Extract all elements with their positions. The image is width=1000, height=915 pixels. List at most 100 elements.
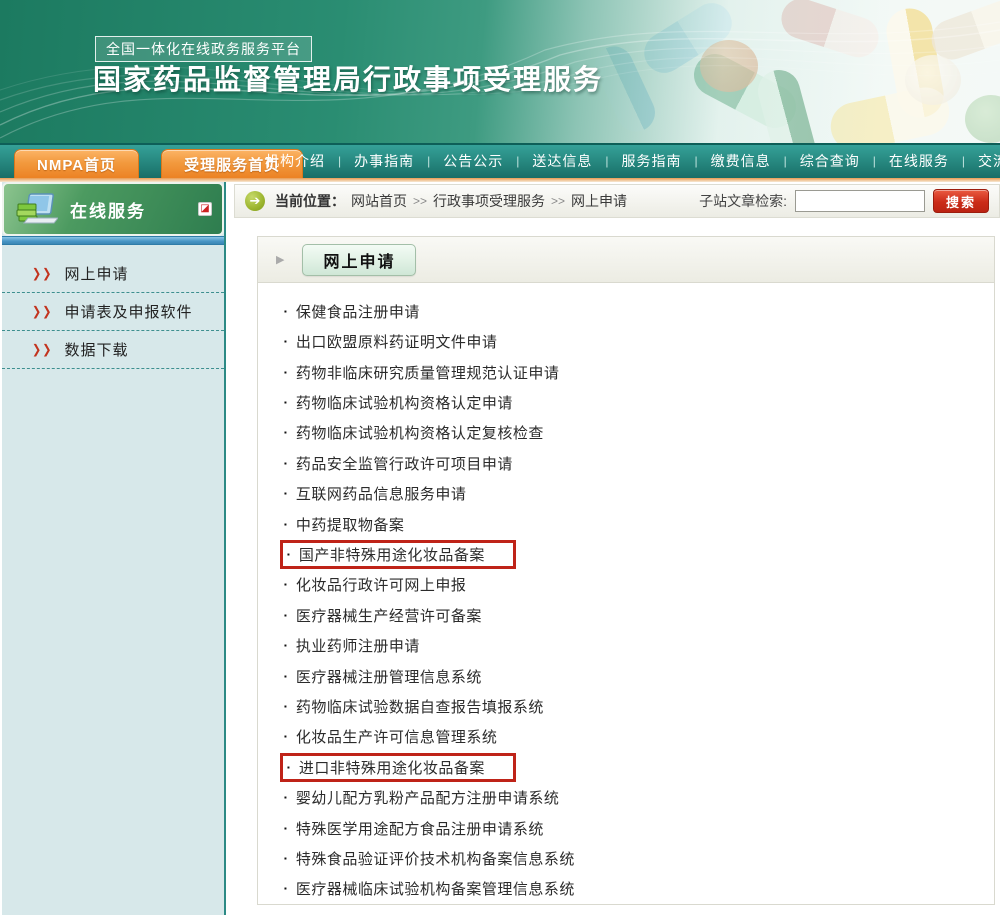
bullet-icon: ▪ [284,398,287,407]
link-eu-api-export-cert[interactable]: ▪出口欧盟原料药证明文件申请 [280,329,505,354]
sidebar-item-forms-software[interactable]: ❯❯ 申请表及申报软件 [2,293,224,331]
bullet-icon: ▪ [284,884,287,893]
menu-item-jiaoliuyugoutong[interactable]: 交流与沟通 [965,151,1000,171]
link-row: ▪药物非临床研究质量管理规范认证申请 [280,357,994,387]
link-row: ▪医疗器械生产经营许可备案 [280,600,994,630]
link-row: ▪进口非特殊用途化妆品备案 [280,752,994,782]
link-internet-drug-info-service[interactable]: ▪互联网药品信息服务申请 [280,481,474,506]
link-row: ▪医疗器械临床试验机构备案管理信息系统 [280,874,994,904]
sidebar-collapse-icon[interactable]: ◪ [198,202,212,216]
red-arrow-icon: ❯❯ [32,342,52,357]
bullet-icon: ▪ [284,672,287,681]
link-special-medical-food-registration-system[interactable]: ▪特殊医学用途配方食品注册申请系统 [280,816,552,841]
sidebar-item-label: 数据下载 [64,339,128,360]
sidebar-item-label: 网上申请 [64,263,128,284]
link-row: ▪化妆品生产许可信息管理系统 [280,722,994,752]
bullet-icon: ▪ [284,641,287,650]
link-medical-device-clinical-trial-org-filing-system[interactable]: ▪医疗器械临床试验机构备案管理信息系统 [280,876,583,901]
online-application-section-button[interactable]: 网上申请 [302,244,416,276]
menu-item-banshizhinan[interactable]: 办事指南 [341,151,427,171]
link-imported-non-special-cosmetics-filing[interactable]: ▪进口非特殊用途化妆品备案 [280,753,516,782]
sidebar-header: 在线服务 ◪ [2,182,224,236]
breadcrumb-prefix: 当前位置： [275,191,345,211]
link-licensed-pharmacist-registration[interactable]: ▪执业药师注册申请 [280,633,428,658]
link-clinical-trial-org-qualification[interactable]: ▪药物临床试验机构资格认定申请 [280,390,521,415]
bullet-icon: ▪ [284,793,287,802]
breadcrumb-separator: >> [551,194,565,208]
breadcrumb: 当前位置： 网站首页 >> 行政事项受理服务 >> 网上申请 [275,191,627,211]
link-row: ▪特殊食品验证评价技术机构备案信息系统 [280,843,994,873]
red-arrow-icon: ❯❯ [32,304,52,319]
link-domestic-non-special-cosmetics-filing[interactable]: ▪国产非特殊用途化妆品备案 [280,540,516,569]
sidebar-blue-bar [2,236,224,245]
tab-nmpa-home[interactable]: NMPA首页 [14,149,139,178]
online-service-icon [14,190,58,228]
bullet-icon: ▪ [284,702,287,711]
breadcrumb-arrow-icon: ➔ [245,191,265,211]
breadcrumb-bar: ➔ 当前位置： 网站首页 >> 行政事项受理服务 >> 网上申请 子站文章检索:… [234,184,1000,218]
bullet-icon: ▪ [284,611,287,620]
link-infant-formula-registration-system[interactable]: ▪婴幼儿配方乳粉产品配方注册申请系统 [280,785,567,810]
link-medical-device-registration-system[interactable]: ▪医疗器械注册管理信息系统 [280,664,490,689]
link-row: ▪药品安全监管行政许可项目申请 [280,448,994,478]
link-row: ▪执业药师注册申请 [280,630,994,660]
breadcrumb-link-service[interactable]: 行政事项受理服务 [433,191,545,211]
page: 全国一体化在线政务服务平台 国家药品监督管理局行政事项受理服务 NMPA首页 受… [0,0,1000,915]
link-tcm-extract-filing[interactable]: ▪中药提取物备案 [280,512,412,537]
main-navbar: NMPA首页 受理服务首页 机构介绍 | 办事指南 | 公告公示 | 送达信息 … [0,143,1000,178]
bullet-icon: ▪ [284,520,287,529]
link-glp-certification[interactable]: ▪药物非临床研究质量管理规范认证申请 [280,360,567,385]
link-row: ▪医疗器械注册管理信息系统 [280,661,994,691]
menu-item-gonggaogongshi[interactable]: 公告公示 [430,151,516,171]
link-row: ▪国产非特殊用途化妆品备案 [280,539,994,569]
breadcrumb-separator: >> [413,194,427,208]
bullet-icon: ▪ [287,550,290,559]
bullet-icon: ▪ [284,854,287,863]
nav-menu: 机构介绍 | 办事指南 | 公告公示 | 送达信息 | 服务指南 | 缴费信息 … [252,145,996,176]
breadcrumb-link-online-application[interactable]: 网上申请 [571,191,627,211]
link-row: ▪药物临床试验机构资格认定申请 [280,387,994,417]
search-input[interactable] [795,190,925,212]
breadcrumb-link-home[interactable]: 网站首页 [351,191,407,211]
sidebar-title: 在线服务 [70,197,198,222]
menu-item-jigoujieshao[interactable]: 机构介绍 [252,151,338,171]
link-row: ▪中药提取物备案 [280,509,994,539]
link-drug-safety-admin-license[interactable]: ▪药品安全监管行政许可项目申请 [280,451,521,476]
link-medical-device-production-license[interactable]: ▪医疗器械生产经营许可备案 [280,603,490,628]
site-search: 子站文章检索: 搜索 [699,189,989,213]
search-button[interactable]: 搜索 [933,189,989,213]
menu-item-jiaofeixinxi[interactable]: 缴费信息 [698,151,784,171]
section-arrow-icon: ▶ [276,253,284,266]
menu-item-zaixianfuwu[interactable]: 在线服务 [876,151,962,171]
link-row: ▪保健食品注册申请 [280,296,994,326]
bullet-icon: ▪ [284,307,287,316]
link-health-food-registration[interactable]: ▪保健食品注册申请 [280,299,428,324]
sidebar-item-online-application[interactable]: ❯❯ 网上申请 [2,255,224,293]
bullet-icon: ▪ [284,428,287,437]
bullet-icon: ▪ [284,368,287,377]
link-clinical-trial-self-check-report[interactable]: ▪药物临床试验数据自查报告填报系统 [280,694,552,719]
bullet-icon: ▪ [287,763,290,772]
content-panel: ▶ 网上申请 ▪保健食品注册申请 ▪出口欧盟原料药证明文件申请 ▪药物非临床研究… [257,236,995,905]
bullet-icon: ▪ [284,489,287,498]
link-row: ▪药物临床试验机构资格认定复核检查 [280,418,994,448]
bullet-icon: ▪ [284,824,287,833]
banner: 全国一体化在线政务服务平台 国家药品监督管理局行政事项受理服务 [0,0,1000,143]
site-title: 国家药品监督管理局行政事项受理服务 [93,58,603,98]
link-cosmetics-production-license-system[interactable]: ▪化妆品生产许可信息管理系统 [280,724,505,749]
sidebar-online-services: 在线服务 ◪ ❯❯ 网上申请 ❯❯ 申请表及申报软件 ❯❯ 数据下载 [2,182,226,915]
menu-item-zonghechaxun[interactable]: 综合查询 [787,151,873,171]
link-cosmetics-admin-license-online[interactable]: ▪化妆品行政许可网上申报 [280,572,474,597]
sidebar-item-data-download[interactable]: ❯❯ 数据下载 [2,331,224,369]
bullet-icon: ▪ [284,580,287,589]
link-clinical-trial-org-review[interactable]: ▪药物临床试验机构资格认定复核检查 [280,420,552,445]
link-row: ▪特殊医学用途配方食品注册申请系统 [280,813,994,843]
menu-item-fuwuzhinan[interactable]: 服务指南 [609,151,695,171]
sidebar-spacer [2,245,224,255]
menu-item-songdaxinxi[interactable]: 送达信息 [519,151,605,171]
bullet-icon: ▪ [284,732,287,741]
application-links-list: ▪保健食品注册申请 ▪出口欧盟原料药证明文件申请 ▪药物非临床研究质量管理规范认… [258,283,994,904]
link-special-food-verification-org-filing-system[interactable]: ▪特殊食品验证评价技术机构备案信息系统 [280,846,583,871]
content-header: ▶ 网上申请 [258,237,994,283]
link-row: ▪出口欧盟原料药证明文件申请 [280,327,994,357]
